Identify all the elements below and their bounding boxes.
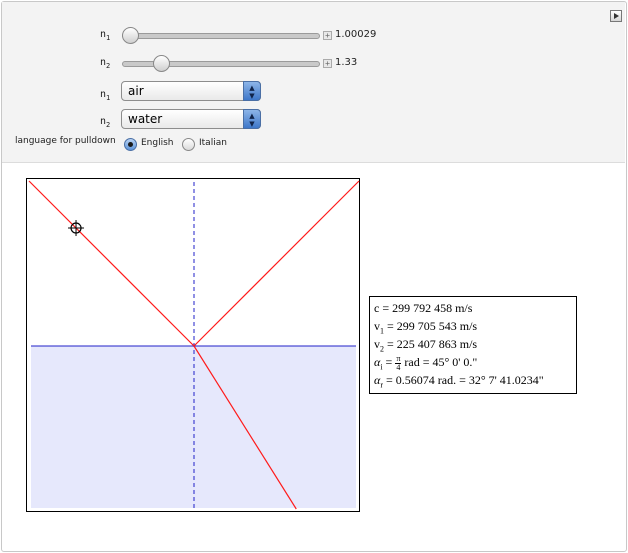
n1-slider-label: n1 (100, 29, 111, 42)
n2-value: 1.33 (335, 57, 358, 68)
v1-speed: v1 = 299 705 543 m/s (374, 319, 478, 336)
n2-medium-select[interactable]: water ▲ ▼ (121, 109, 261, 129)
n2-slider-track[interactable] (122, 61, 320, 67)
n1-plus-icon[interactable]: + (323, 31, 332, 40)
language-label: language for pulldown (15, 136, 116, 146)
n2-slider-thumb[interactable] (152, 55, 170, 72)
incidence-angle: αi = π4 rad = 45° 0' 0." (374, 353, 478, 372)
control-panel: n1 + 1.00029 n2 + 1.33 n1 air ▲ ▼ n2 wate… (2, 2, 625, 163)
info-panel: c = 299 792 458 m/s v1 = 299 705 543 m/s… (369, 296, 577, 394)
panel-toggle-icon[interactable] (610, 10, 622, 22)
speed-of-light: c = 299 792 458 m/s (374, 301, 473, 315)
n1-value: 1.00029 (335, 29, 377, 40)
radio-english-label: English (141, 138, 174, 148)
v2-speed: v2 = 225 407 863 m/s (374, 337, 478, 354)
radio-italian-label: Italian (199, 138, 227, 148)
n2-selected-medium: water (128, 112, 163, 126)
n2-slider-label: n2 (100, 57, 111, 70)
n1-slider-track[interactable] (122, 33, 320, 39)
n1-select-label: n1 (100, 89, 111, 102)
radio-italian[interactable] (182, 138, 195, 151)
chevron-updown-icon: ▲ ▼ (243, 81, 261, 101)
radio-english[interactable] (124, 138, 137, 151)
n2-select-label: n2 (100, 116, 111, 129)
n2-plus-icon[interactable]: + (323, 59, 332, 68)
n1-selected-medium: air (128, 84, 144, 98)
refraction-plot (26, 178, 360, 512)
chevron-updown-icon: ▲ ▼ (243, 109, 261, 129)
n1-slider-thumb[interactable] (122, 27, 139, 44)
refraction-angle: αr = 0.56074 rad. = 32° 7' 41.0234" (374, 373, 544, 390)
n1-medium-select[interactable]: air ▲ ▼ (121, 81, 261, 101)
